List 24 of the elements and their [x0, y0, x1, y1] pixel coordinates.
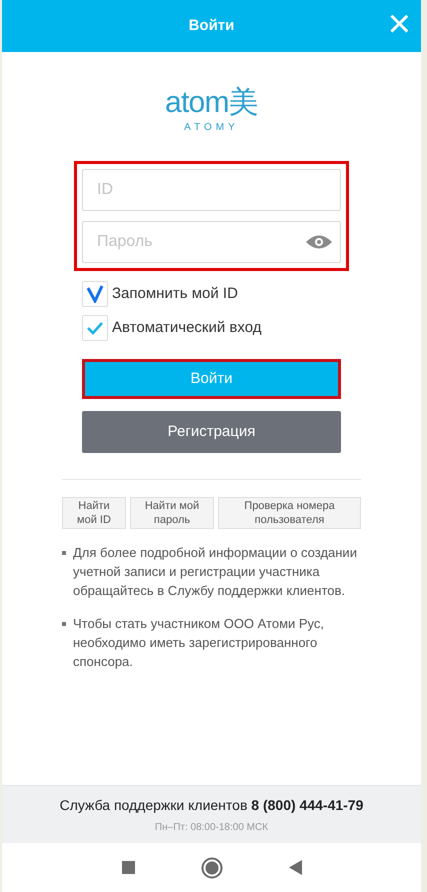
info-note: Для более подробной информации о создании учетной записи и регистрации участника обращайтесь в Службу поддержки клиентов. — [73, 544, 358, 600]
support-text: Служба поддержки клиентов 8 (800) 444-41-79 — [60, 796, 364, 815]
checkbox-label: Автоматический вход — [112, 318, 262, 338]
checkbox[interactable] — [82, 281, 108, 307]
info-note: Чтобы стать участником ООО Атоми Рус, необходимо иметь зарегистрированного спонсора. — [73, 615, 326, 671]
register-button[interactable]: Регистрация — [82, 411, 341, 453]
check-icon — [86, 285, 104, 303]
window-title: Войти — [188, 16, 234, 36]
support-hours: Пн–Пт: 08:00-18:00 МСК — [154, 820, 268, 834]
id-field[interactable]: ID — [82, 169, 341, 211]
link-button[interactable]: Проверка номера пользователя — [218, 497, 361, 529]
checkbox-label: Запомнить мой ID — [112, 284, 238, 304]
eye-icon[interactable] — [305, 234, 333, 250]
bullet-icon — [62, 622, 66, 626]
link-button[interactable]: Найти мой пароль — [130, 497, 214, 529]
checkbox[interactable] — [82, 315, 108, 341]
password-field[interactable]: Пароль — [82, 221, 341, 263]
home-icon[interactable] — [200, 856, 222, 878]
link-button[interactable]: Найти мой ID — [62, 497, 126, 529]
recents-icon[interactable] — [122, 861, 134, 874]
logo-wordmark: atom美 — [165, 88, 258, 118]
logo-subtitle: ATOMY — [184, 121, 239, 135]
bullet-icon — [62, 551, 66, 555]
back-icon[interactable] — [288, 860, 302, 875]
